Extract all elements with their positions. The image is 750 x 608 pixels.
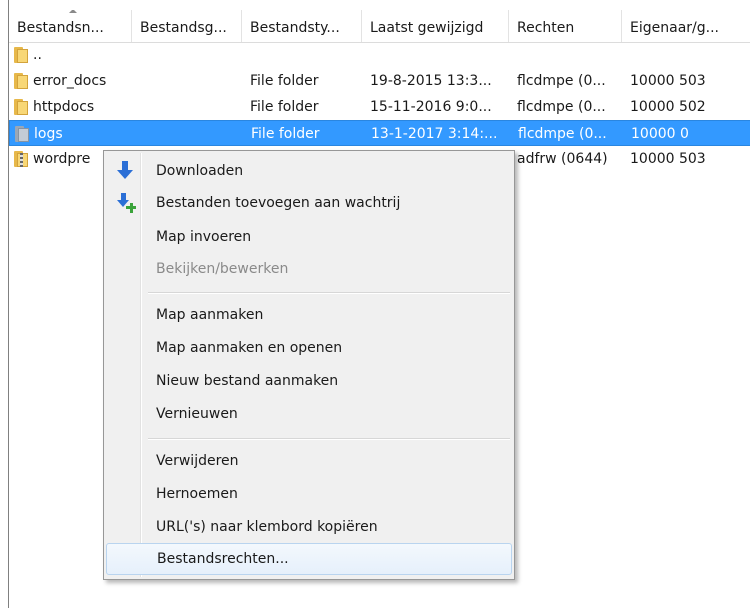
file-owner: 10000 503 [630, 73, 706, 89]
column-header-label: Bestandsty... [250, 20, 340, 36]
menu-separator [148, 438, 510, 440]
menu-item-delete[interactable]: Verwijderen [106, 445, 512, 477]
menu-item-label: Vernieuwen [156, 406, 238, 422]
menu-item-download[interactable]: Downloaden [106, 155, 512, 187]
table-row-selected[interactable]: logs File folder 13-1-2017 3:14:... flcd… [9, 120, 750, 146]
folder-icon [14, 126, 30, 142]
zip-folder-icon [13, 151, 29, 167]
column-header-label: Rechten [517, 20, 575, 36]
menu-item-label: Downloaden [156, 163, 244, 179]
file-name: wordpre [33, 151, 91, 167]
file-modified: 15-11-2016 9:0... [370, 99, 492, 115]
menu-item-enter-directory[interactable]: Map invoeren [106, 221, 512, 253]
context-menu: Downloaden Bestanden toevoegen aan wacht… [103, 150, 515, 580]
menu-item-label: Bekijken/bewerken [156, 261, 289, 277]
menu-item-rename[interactable]: Hernoemen [106, 478, 512, 510]
file-name: .. [33, 47, 42, 63]
file-owner: 10000 503 [630, 151, 706, 167]
column-header-label: Eigenaar/g... [630, 20, 719, 36]
table-row[interactable]: httpdocs File folder 15-11-2016 9:0... f… [9, 94, 750, 120]
column-header-filename[interactable]: Bestandsn... [9, 10, 132, 42]
download-arrow-icon [116, 161, 136, 181]
menu-item-refresh[interactable]: Vernieuwen [106, 398, 512, 430]
column-header-owner[interactable]: Eigenaar/g... [622, 10, 750, 42]
menu-item-label: Map aanmaken en openen [156, 340, 343, 356]
file-type: File folder [250, 99, 319, 115]
file-permissions: flcdmpe (0... [517, 73, 606, 89]
menu-item-file-permissions[interactable]: Bestandsrechten... [106, 543, 512, 575]
file-owner: 10000 502 [630, 99, 706, 115]
menu-item-label: Hernoemen [156, 486, 238, 502]
file-permissions: flcdmpe (0... [518, 126, 607, 142]
column-header: Bestandsn... Bestandsg... Bestandsty... … [9, 10, 750, 43]
menu-item-label: Nieuw bestand aanmaken [156, 373, 339, 389]
menu-item-label: Bestanden toevoegen aan wachtrij [156, 195, 401, 211]
column-header-label: Laatst gewijzigd [370, 20, 484, 36]
file-type: File folder [251, 126, 320, 142]
column-header-filetype[interactable]: Bestandsty... [242, 10, 362, 42]
menu-item-label: Map invoeren [156, 229, 252, 245]
file-modified: 13-1-2017 3:14:... [371, 126, 498, 142]
menu-item-label: Map aanmaken [156, 307, 264, 323]
menu-item-create-directory[interactable]: Map aanmaken [106, 299, 512, 331]
folder-icon [13, 73, 29, 89]
menu-item-create-new-file[interactable]: Nieuw bestand aanmaken [106, 365, 512, 397]
menu-separator [148, 292, 510, 294]
column-header-modified[interactable]: Laatst gewijzigd [362, 10, 509, 42]
file-modified: 19-8-2015 13:3... [370, 73, 492, 89]
menu-item-label: URL('s) naar klembord kopiëren [156, 519, 378, 535]
menu-item-label: Verwijderen [156, 453, 239, 469]
file-permissions: adfrw (0644) [517, 151, 608, 167]
menu-item-add-to-queue[interactable]: Bestanden toevoegen aan wachtrij [106, 187, 512, 219]
file-name: logs [34, 126, 63, 142]
add-to-queue-icon [116, 193, 136, 213]
menu-item-create-directory-and-open[interactable]: Map aanmaken en openen [106, 332, 512, 364]
menu-item-view-edit[interactable]: Bekijken/bewerken [106, 253, 512, 285]
column-header-label: Bestandsn... [17, 20, 104, 36]
table-row[interactable]: error_docs File folder 19-8-2015 13:3...… [9, 68, 750, 94]
column-header-label: Bestandsg... [140, 20, 227, 36]
column-header-filesize[interactable]: Bestandsg... [132, 10, 242, 42]
sort-ascending-icon [69, 10, 77, 13]
file-type: File folder [250, 73, 319, 89]
file-name: error_docs [33, 73, 107, 89]
folder-icon [13, 47, 29, 63]
file-name: httpdocs [33, 99, 95, 115]
menu-item-label: Bestandsrechten... [157, 551, 289, 567]
table-row[interactable]: .. [9, 42, 750, 68]
menu-item-copy-urls[interactable]: URL('s) naar klembord kopiëren [106, 511, 512, 543]
folder-icon [13, 99, 29, 115]
file-permissions: flcdmpe (0... [517, 99, 606, 115]
column-header-permissions[interactable]: Rechten [509, 10, 622, 42]
file-owner: 10000 0 [631, 126, 689, 142]
